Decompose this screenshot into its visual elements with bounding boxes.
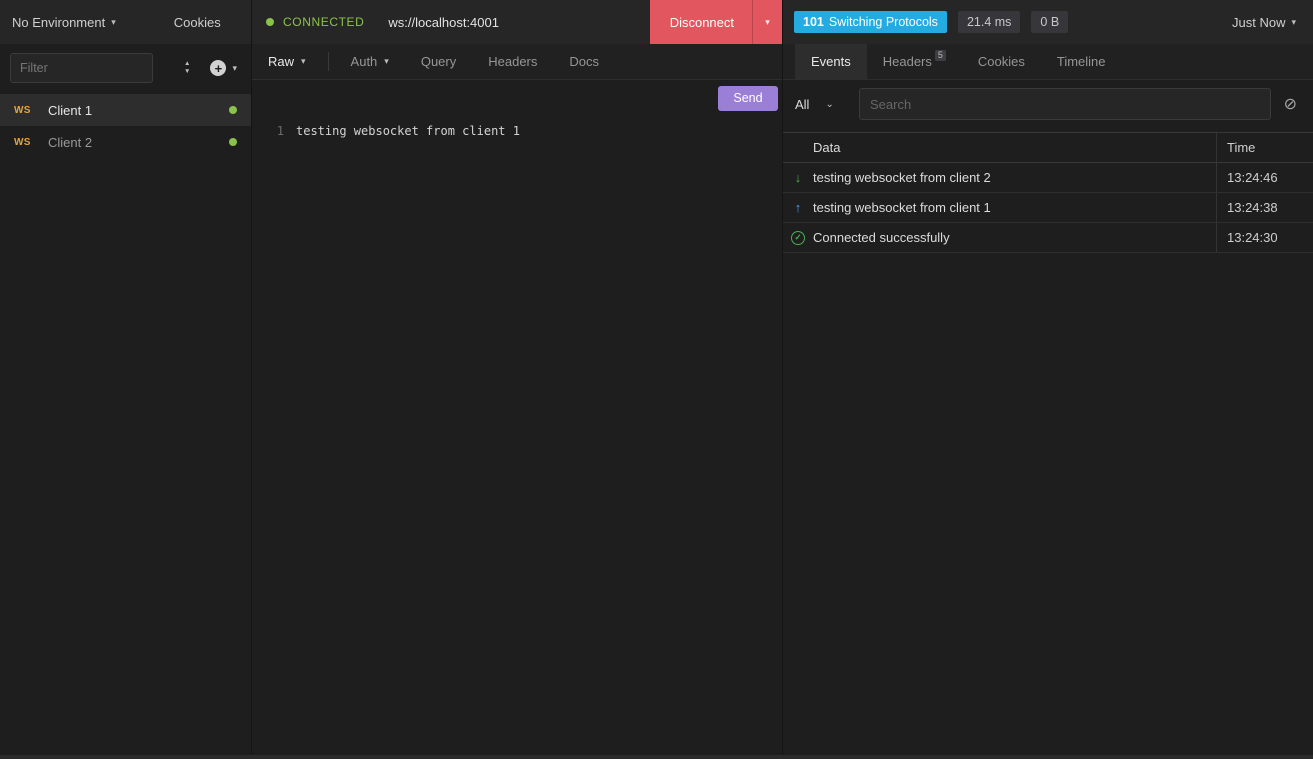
tab-timeline[interactable]: Timeline bbox=[1041, 44, 1122, 79]
editor-content: testing websocket from client 1 bbox=[296, 122, 520, 755]
event-data: testing websocket from client 2 bbox=[813, 163, 1216, 192]
events-filter-row: All ⌄ ⊘ bbox=[783, 80, 1313, 130]
filter-input[interactable] bbox=[10, 53, 153, 83]
event-time: 13:24:46 bbox=[1216, 163, 1313, 192]
sidebar-filter-row: ▲ ▼ + ▾ bbox=[0, 44, 251, 92]
history-dropdown[interactable]: Just Now ▾ bbox=[1232, 15, 1302, 30]
send-row: Send bbox=[252, 80, 782, 116]
tab-query[interactable]: Query bbox=[405, 44, 472, 79]
response-tabbar: Events Headers 5 Cookies Timeline bbox=[783, 44, 1313, 80]
event-data: Connected successfully bbox=[813, 223, 1216, 252]
response-panel: 101 Switching Protocols 21.4 ms 0 B Just … bbox=[783, 0, 1313, 755]
tab-auth[interactable]: Auth ▾ bbox=[335, 44, 405, 79]
headers-count-badge: 5 bbox=[935, 50, 946, 61]
add-request-button[interactable]: + ▾ bbox=[210, 60, 237, 76]
sort-down-icon: ▼ bbox=[184, 69, 190, 75]
data-column-header: Data bbox=[813, 133, 1216, 162]
event-data: testing websocket from client 1 bbox=[813, 193, 1216, 222]
tab-label: Events bbox=[811, 54, 851, 69]
chevron-down-icon: ▾ bbox=[111, 17, 116, 28]
tab-label: Cookies bbox=[978, 54, 1025, 69]
disconnect-button[interactable]: Disconnect ▾ bbox=[650, 0, 782, 44]
message-sent-icon: ↑ bbox=[795, 200, 802, 215]
tab-cookies[interactable]: Cookies bbox=[962, 44, 1041, 79]
cookies-link[interactable]: Cookies bbox=[174, 15, 221, 30]
chevron-down-icon: ▾ bbox=[765, 17, 770, 28]
chevron-down-icon: ▾ bbox=[301, 56, 306, 67]
event-type-select[interactable]: All ⌄ bbox=[795, 97, 859, 112]
connected-check-icon: ✓ bbox=[791, 231, 805, 245]
request-name: Client 2 bbox=[48, 135, 92, 150]
sidebar-item-client-1[interactable]: WS Client 1 bbox=[0, 94, 251, 126]
sidebar-topbar: No Environment ▾ Cookies bbox=[0, 0, 251, 44]
request-topbar: CONNECTED ws://localhost:4001 Disconnect… bbox=[252, 0, 782, 44]
chevron-down-icon: ▾ bbox=[1291, 17, 1296, 28]
history-label: Just Now bbox=[1232, 15, 1285, 30]
connected-dot-icon bbox=[229, 138, 237, 146]
response-topbar: 101 Switching Protocols 21.4 ms 0 B Just … bbox=[783, 0, 1313, 44]
environment-dropdown[interactable]: No Environment ▾ bbox=[12, 15, 116, 30]
tab-raw[interactable]: Raw ▾ bbox=[252, 44, 322, 79]
bottom-strip bbox=[0, 755, 1313, 759]
icon-column-header bbox=[783, 133, 813, 162]
ws-type-badge: WS bbox=[14, 105, 48, 116]
status-code: 101 bbox=[803, 15, 824, 29]
message-received-icon: ↓ bbox=[795, 170, 802, 185]
event-time: 13:24:30 bbox=[1216, 223, 1313, 252]
request-name: Client 1 bbox=[48, 103, 92, 118]
table-row[interactable]: ↓ testing websocket from client 2 13:24:… bbox=[783, 163, 1313, 193]
environment-label: No Environment bbox=[12, 15, 105, 30]
connected-dot-icon bbox=[229, 106, 237, 114]
tab-label: Auth bbox=[351, 54, 378, 69]
request-panel: CONNECTED ws://localhost:4001 Disconnect… bbox=[252, 0, 783, 755]
tab-label: Raw bbox=[268, 54, 294, 69]
request-list: WS Client 1 WS Client 2 bbox=[0, 94, 251, 158]
time-badge: 21.4 ms bbox=[958, 11, 1020, 33]
tab-events[interactable]: Events bbox=[795, 44, 867, 79]
event-type-value: All bbox=[795, 97, 809, 112]
status-text: Switching Protocols bbox=[829, 15, 938, 29]
events-search-input[interactable] bbox=[859, 88, 1271, 120]
size-badge: 0 B bbox=[1031, 11, 1068, 33]
table-header-row: Data Time bbox=[783, 133, 1313, 163]
time-column-header: Time bbox=[1216, 133, 1313, 162]
ws-type-badge: WS bbox=[14, 137, 48, 148]
events-table: Data Time ↓ testing websocket from clien… bbox=[783, 132, 1313, 253]
sort-up-icon: ▲ bbox=[184, 61, 190, 67]
connection-status-label: CONNECTED bbox=[283, 15, 364, 29]
tab-label: Headers bbox=[883, 54, 932, 69]
chevron-down-icon: ▾ bbox=[232, 63, 237, 74]
connection-status-icon bbox=[266, 18, 274, 26]
disconnect-options-button[interactable]: ▾ bbox=[752, 0, 782, 44]
table-row[interactable]: ✓ Connected successfully 13:24:30 bbox=[783, 223, 1313, 253]
event-time: 13:24:38 bbox=[1216, 193, 1313, 222]
websocket-url-field[interactable]: ws://localhost:4001 bbox=[388, 15, 499, 30]
app-window: No Environment ▾ Cookies ▲ ▼ + ▾ WS Clie… bbox=[0, 0, 1313, 755]
disconnect-label: Disconnect bbox=[650, 0, 752, 44]
request-tabbar: Raw ▾ Auth ▾ Query Headers Docs bbox=[252, 44, 782, 80]
table-row[interactable]: ↑ testing websocket from client 1 13:24:… bbox=[783, 193, 1313, 223]
tab-response-headers[interactable]: Headers 5 bbox=[867, 44, 962, 79]
line-number: 1 bbox=[252, 122, 296, 755]
sidebar: No Environment ▾ Cookies ▲ ▼ + ▾ WS Clie… bbox=[0, 0, 252, 755]
tab-label: Docs bbox=[569, 54, 599, 69]
chevron-down-icon: ⌄ bbox=[825, 99, 833, 110]
tab-label: Headers bbox=[488, 54, 537, 69]
tab-divider bbox=[328, 52, 329, 71]
tab-headers[interactable]: Headers bbox=[472, 44, 553, 79]
clear-events-icon[interactable]: ⊘ bbox=[1284, 94, 1297, 114]
status-badge: 101 Switching Protocols bbox=[794, 11, 947, 33]
chevron-down-icon: ▾ bbox=[384, 56, 389, 67]
plus-circle-icon: + bbox=[210, 60, 226, 76]
tab-docs[interactable]: Docs bbox=[553, 44, 615, 79]
message-editor[interactable]: 1 testing websocket from client 1 bbox=[252, 116, 782, 755]
tab-label: Query bbox=[421, 54, 456, 69]
tab-label: Timeline bbox=[1057, 54, 1106, 69]
send-button[interactable]: Send bbox=[718, 86, 778, 111]
sidebar-item-client-2[interactable]: WS Client 2 bbox=[0, 126, 251, 158]
sort-button[interactable]: ▲ ▼ bbox=[178, 57, 196, 79]
